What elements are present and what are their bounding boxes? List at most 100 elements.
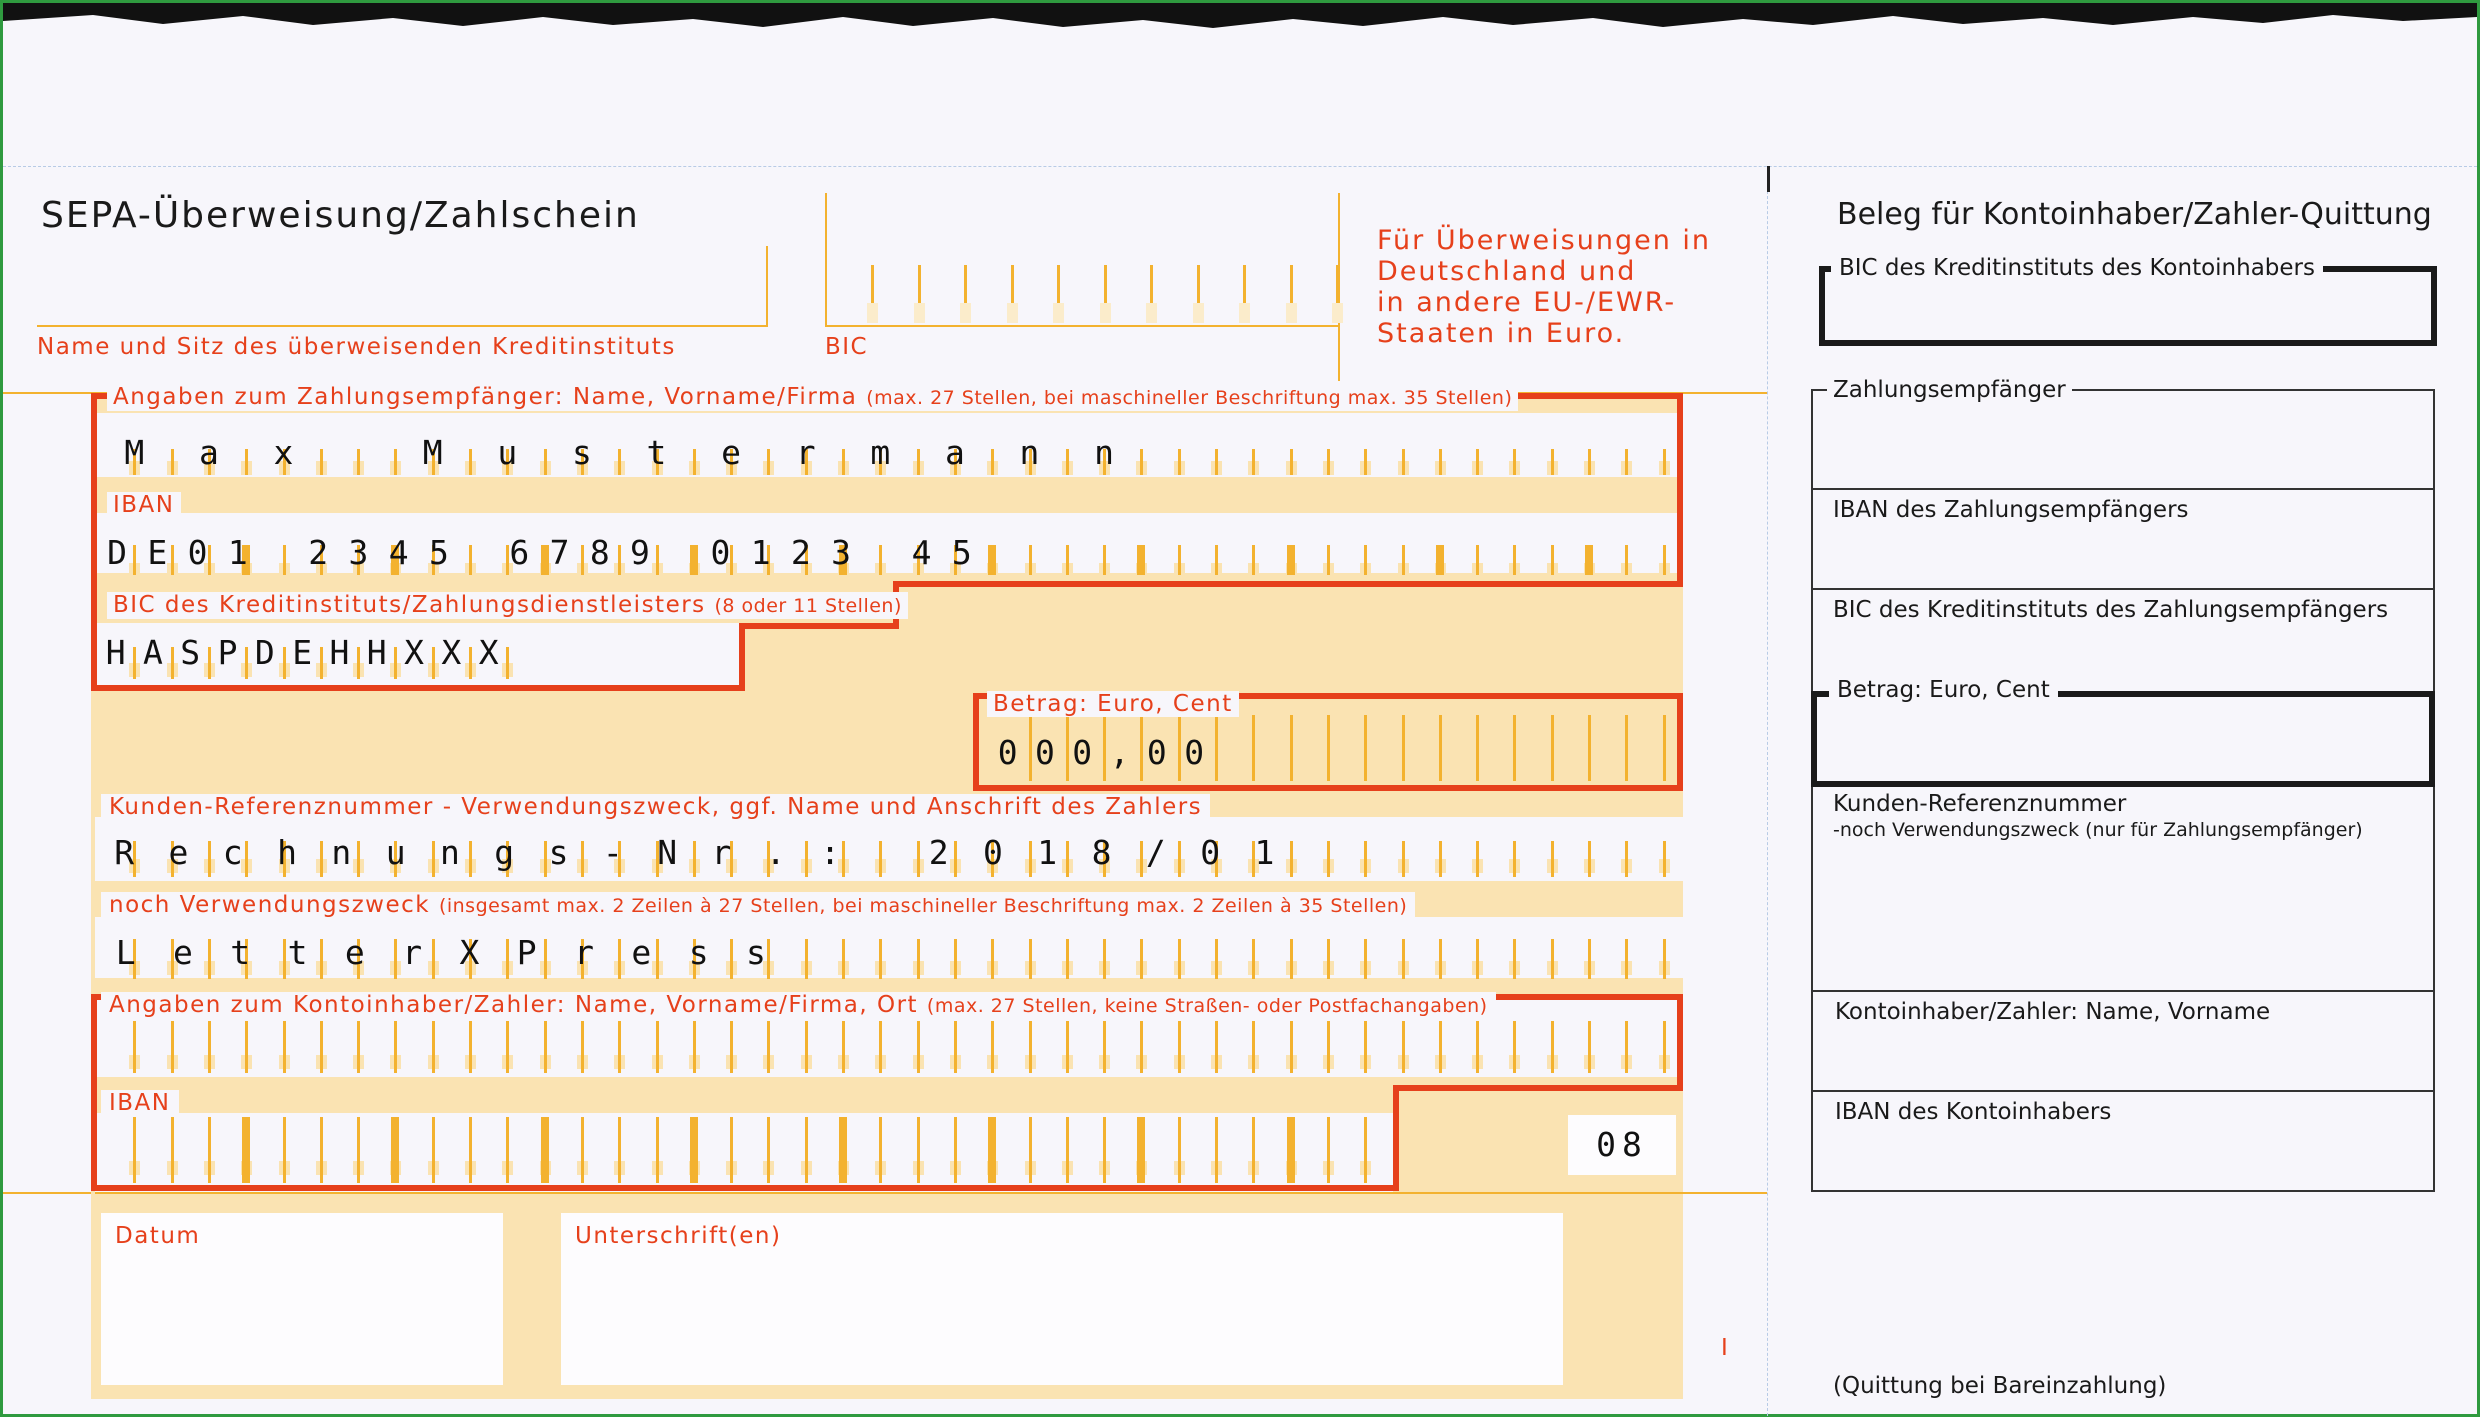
payee-value-char: e: [721, 433, 742, 472]
iban-value-char: D: [107, 533, 128, 572]
purpose-tick: [1215, 939, 1218, 979]
payee-frame-right: [1677, 393, 1683, 587]
reference-tick: [1401, 841, 1405, 877]
payee-tick: [1513, 449, 1517, 475]
payee-label-text: Angaben zum Zahlungsempfänger: Name, Vor…: [113, 384, 858, 410]
payer-iban-tick: [431, 1117, 435, 1183]
payer-tick: [580, 1021, 584, 1073]
iban-value-char: 6: [509, 533, 530, 572]
bic-label: BIC: [825, 334, 869, 360]
receipt-payee-box[interactable]: [1811, 389, 2435, 490]
payer-iban-tick: [879, 1117, 883, 1183]
payer-tick: [1289, 1021, 1293, 1073]
iban-value-char: 1: [227, 533, 248, 572]
payer-tick: [767, 1021, 771, 1073]
payee-hint: (max. 27 Stellen, bei maschineller Besch…: [866, 387, 1513, 409]
reference-value-char: n: [440, 833, 460, 872]
payer-iban-tick: [730, 1117, 734, 1183]
payer-tick: [1550, 1021, 1554, 1073]
bic-value-char: A: [143, 633, 163, 672]
purpose-tick: [804, 939, 808, 979]
amount-tick: [1326, 715, 1330, 781]
payer-tick: [1364, 1021, 1368, 1073]
receipt-payee-bic-label: BIC des Kreditinstituts des Zahlungsempf…: [1833, 597, 2389, 623]
reference-tick: [1364, 841, 1368, 877]
perforation-line: [1767, 166, 1768, 1416]
payer-iban-tick: [1364, 1117, 1368, 1183]
payee-value-char: r: [795, 433, 816, 472]
iban-tick: [1028, 545, 1032, 575]
payer-iban-tick: [1103, 1117, 1107, 1183]
payee-tick: [1252, 449, 1256, 475]
purpose-tick: [1401, 939, 1405, 979]
reference-value-char: h: [277, 833, 297, 872]
bic-value-char: H: [329, 633, 350, 672]
payer-tick: [1513, 1021, 1517, 1073]
payer-tick: [394, 1021, 398, 1073]
reference-tick: [1326, 841, 1330, 877]
bic-header-nub: [1239, 303, 1250, 323]
payer-tick: [804, 1021, 808, 1073]
amount-row-fill: [91, 690, 1683, 795]
payer-iban-tick: [839, 1117, 847, 1183]
payer-iban-tick: [953, 1117, 957, 1183]
amount-value-char: 0: [1072, 733, 1093, 772]
reference-value-char: n: [331, 833, 352, 872]
amount-tick: [1625, 715, 1629, 781]
payer-iban-tick: [391, 1117, 400, 1183]
iban-tick: [1326, 545, 1330, 575]
receipt-amount-box[interactable]: [1811, 691, 2435, 787]
iban-tick: [1662, 545, 1666, 575]
payer-tick: [170, 1021, 174, 1073]
payer-tick: [842, 1021, 845, 1073]
payer-iban-tick: [767, 1117, 771, 1183]
payee-tick: [1177, 449, 1181, 475]
payer-iban-tick: [1137, 1117, 1146, 1183]
receipt-reference-box[interactable]: [1811, 787, 2435, 992]
payee-value-char: n: [1094, 433, 1115, 472]
iban-tick: [1401, 545, 1405, 575]
purpose-tick: [1662, 939, 1666, 979]
iban-tick: [988, 545, 997, 575]
payer-tick: [1588, 1021, 1591, 1073]
iban-tick: [1103, 545, 1107, 575]
reference-value-char: R: [114, 833, 135, 872]
receipt-cash-note: (Quittung bei Bareinzahlung): [1833, 1373, 2167, 1399]
payer-label: Angaben zum Kontoinhaber/Zahler: Name, V…: [101, 992, 1496, 1019]
receipt-reference-note: -noch Verwendungszweck (nur für Zahlungs…: [1833, 819, 2363, 841]
purpose-tick: [1028, 939, 1032, 979]
payer-iban-tick: [242, 1117, 251, 1183]
bic-value-char: X: [441, 633, 462, 672]
signature-field[interactable]: Unterschrift(en): [561, 1213, 1563, 1385]
purpose-value-char: e: [631, 933, 652, 972]
eu-notice-line: Staaten in Euro.: [1377, 318, 1626, 349]
payer-iban-tick: [506, 1117, 510, 1183]
payer-tick: [431, 1021, 435, 1073]
payer-iban-tick: [207, 1117, 211, 1183]
amount-tick: [1252, 715, 1256, 781]
reference-value-char: -: [602, 833, 623, 872]
payee-value-char: a: [944, 433, 965, 472]
payer-iban-tick: [319, 1117, 323, 1183]
payee-value-char: x: [273, 433, 294, 472]
payee-value-char: u: [497, 433, 518, 472]
amount-tick: [1364, 715, 1368, 781]
payer-iban-tick: [469, 1117, 472, 1183]
iban-tick: [1286, 545, 1295, 575]
date-field[interactable]: Datum: [101, 1213, 503, 1385]
purpose-tick: [1289, 939, 1293, 979]
amount-tick: [1588, 715, 1591, 781]
receipt-reference-label: Kunden-Referenznummer: [1833, 791, 2127, 817]
iban-tick: [1513, 545, 1517, 575]
amount-tick: [1215, 715, 1218, 781]
payer-label-text: Angaben zum Kontoinhaber/Zahler: Name, V…: [109, 992, 919, 1018]
payer-tick: [1625, 1021, 1629, 1073]
amount-value-char: 0: [1184, 733, 1205, 772]
payee-value-char: m: [870, 433, 891, 472]
torn-edge: [3, 3, 2477, 28]
edge-mark: I: [1721, 1335, 1730, 1361]
payer-tick: [319, 1021, 323, 1073]
payee-value-char: M: [422, 433, 443, 472]
eu-notice: Für Überweisungen in Deutschland und in …: [1377, 225, 1711, 349]
payer-tick: [1103, 1021, 1107, 1073]
